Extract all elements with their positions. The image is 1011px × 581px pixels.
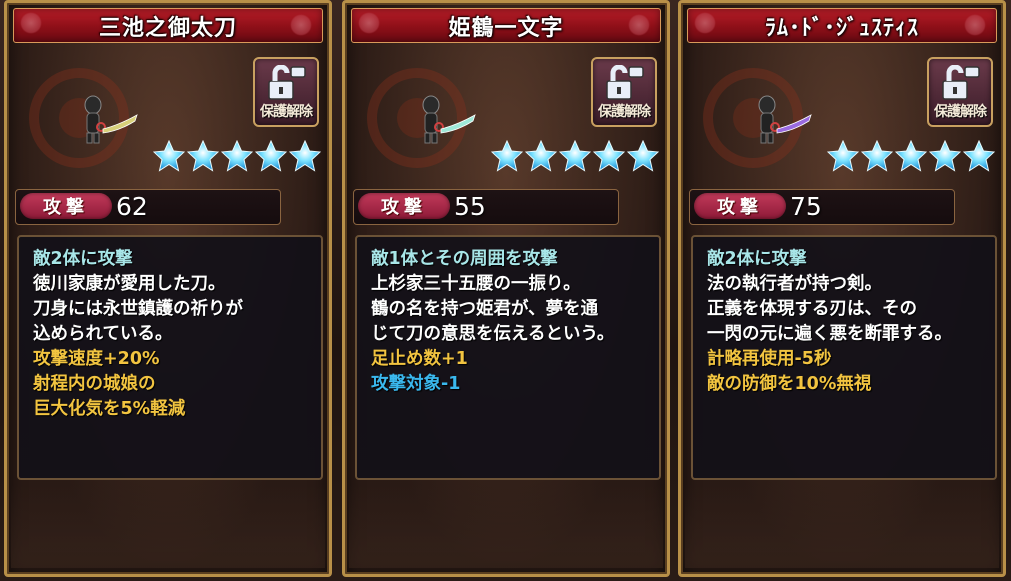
- description-line: 上杉家三十五腰の一振り。: [371, 274, 581, 294]
- star-icon: [558, 139, 592, 172]
- unlock-protection-button[interactable]: 保護解除: [253, 57, 319, 127]
- description-line: 足止め数+1: [371, 349, 468, 369]
- unlock-protection-button[interactable]: 保護解除: [591, 57, 657, 127]
- star-icon: [826, 139, 860, 172]
- attack-stat-row: 攻撃 62: [15, 189, 281, 225]
- description-line: 敵の防御を10%無視: [707, 374, 872, 394]
- star-icon: [254, 139, 288, 172]
- attack-badge: 攻撃: [694, 193, 786, 219]
- chibi-character-icon: [758, 95, 812, 144]
- weapon-comparison-screen: 三池之御太刀保護解除攻撃 62 敵2体に攻撃徳川家康が愛用した刀。 刀身には永世鎮護の…: [0, 0, 1011, 581]
- attack-value: 62: [116, 192, 148, 221]
- attack-value: 55: [454, 192, 486, 221]
- star-icon: [860, 139, 894, 172]
- unlock-label: 保護解除: [598, 104, 651, 120]
- unlock-protection-button[interactable]: 保護解除: [927, 57, 993, 127]
- unlock-icon: [942, 65, 980, 100]
- attack-stat-row: 攻撃 75: [689, 189, 955, 225]
- description-line: 一閃の元に遍く悪を断罪する。: [707, 324, 952, 344]
- description-line: 巨大化気を5%軽減: [33, 399, 186, 419]
- description-line: 法の執行者が持つ剣。: [707, 274, 882, 294]
- chibi-character-icon: [422, 95, 476, 144]
- attack-label: 攻撃: [381, 197, 427, 218]
- description-line: 刀身には永世鎮護の祈りが: [33, 299, 243, 319]
- rarity-stars: [490, 139, 660, 174]
- star-icon: [288, 139, 322, 172]
- card-floor-decoration: [349, 484, 663, 568]
- description-line: 鶴の名を持つ姫君が、夢を通: [371, 299, 599, 319]
- rarity-stars: [826, 139, 996, 174]
- card-floor-decoration: [685, 484, 999, 568]
- rarity-stars: [152, 139, 322, 174]
- attack-label: 攻撃: [43, 197, 89, 218]
- description-line: 正義を体現する刃は、その: [707, 299, 917, 319]
- weapon-card[interactable]: 姫鶴一文字保護解除攻撃 55 敵1体とその周囲を攻撃上杉家三十五腰の一振り。 鶴の名を…: [342, 0, 670, 577]
- weapon-name: ﾗﾑ･ﾄﾞ･ｼﾞｭｽﾃｨｽ: [764, 15, 919, 41]
- star-icon: [186, 139, 220, 172]
- star-icon: [220, 139, 254, 172]
- weapon-title-bar: 三池之御太刀: [13, 8, 323, 43]
- weapon-card[interactable]: 三池之御太刀保護解除攻撃 62 敵2体に攻撃徳川家康が愛用した刀。 刀身には永世鎮護の…: [4, 0, 332, 577]
- description-line: 敵1体とその周囲を攻撃: [371, 249, 558, 269]
- description-line: 敵2体に攻撃: [33, 249, 133, 269]
- description-panel: 敵2体に攻撃徳川家康が愛用した刀。 刀身には永世鎮護の祈りが 込められている。 攻撃速…: [17, 235, 323, 480]
- description-panel: 敵2体に攻撃法の執行者が持つ剣。正義を体現する刃は、その一閃の元に遍く悪を断罪す…: [691, 235, 997, 480]
- star-icon: [524, 139, 558, 172]
- star-icon: [152, 139, 186, 172]
- unlock-label: 保護解除: [260, 104, 313, 120]
- description-line: 射程内の城娘の: [33, 374, 156, 394]
- description-line: 込められている。: [33, 324, 173, 344]
- description-panel: 敵1体とその周囲を攻撃上杉家三十五腰の一振り。 鶴の名を持つ姫君が、夢を通 じて刀の…: [355, 235, 661, 480]
- weapon-title-bar: ﾗﾑ･ﾄﾞ･ｼﾞｭｽﾃｨｽ: [687, 8, 997, 43]
- description-line: 攻撃速度+20%: [33, 349, 160, 369]
- description-line: 敵2体に攻撃: [707, 249, 807, 269]
- star-icon: [626, 139, 660, 172]
- unlock-label: 保護解除: [934, 104, 987, 120]
- description-line: 攻撃対象-1: [371, 374, 461, 394]
- star-icon: [962, 139, 996, 172]
- weapon-name: 姫鶴一文字: [448, 15, 564, 41]
- chibi-character-icon: [84, 95, 138, 144]
- description-line: じて刀の意思を伝えるという。: [371, 324, 615, 344]
- unlock-icon: [606, 65, 644, 100]
- star-icon: [928, 139, 962, 172]
- weapon-name: 三池之御太刀: [98, 15, 237, 41]
- card-floor-decoration: [11, 484, 325, 568]
- weapon-title-bar: 姫鶴一文字: [351, 8, 661, 43]
- unlock-icon: [268, 65, 306, 100]
- attack-label: 攻撃: [717, 197, 763, 218]
- weapon-card[interactable]: ﾗﾑ･ﾄﾞ･ｼﾞｭｽﾃｨｽ 保護解除攻撃 75 敵2体に攻撃法の執行者が持つ剣。正義を…: [678, 0, 1006, 577]
- star-icon: [592, 139, 626, 172]
- attack-badge: 攻撃: [358, 193, 450, 219]
- description-line: 計略再使用-5秒: [707, 349, 832, 369]
- description-line: 徳川家康が愛用した刀。: [33, 274, 226, 294]
- attack-value: 75: [790, 192, 822, 221]
- star-icon: [490, 139, 524, 172]
- attack-badge: 攻撃: [20, 193, 112, 219]
- attack-stat-row: 攻撃 55: [353, 189, 619, 225]
- star-icon: [894, 139, 928, 172]
